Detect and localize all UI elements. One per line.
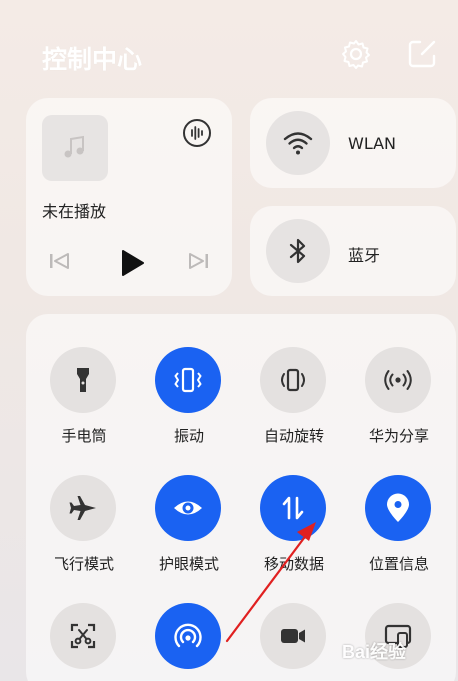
wlan-label: WLAN [348,134,397,153]
tile-label: 位置信息 [368,555,429,573]
eye-comfort-toggle[interactable] [155,475,221,541]
wlan-tile[interactable]: WLAN [250,98,456,188]
hotspot-toggle[interactable] [155,603,221,669]
audio-output-button[interactable] [182,118,212,148]
page-title: 控制中心 [42,45,143,74]
next-icon [189,253,208,269]
eye-icon [174,501,202,515]
flashlight-icon [77,368,89,392]
tile-label: 移动数据 [263,555,324,573]
vibrate-icon [174,367,202,393]
tile-label: 自动旋转 [263,427,324,445]
bluetooth-label: 蓝牙 [348,246,381,265]
vibrate-toggle[interactable] [155,347,221,413]
previous-button[interactable] [46,248,72,279]
airplane-icon [69,496,96,520]
screenshot-toggle[interactable] [50,603,116,669]
tile-label: 华为分享 [368,427,429,445]
tile-label: 飞行模式 [53,555,114,573]
music-note-icon [64,135,84,158]
gear-icon [342,40,370,69]
wifi-icon [283,132,313,155]
play-button[interactable] [118,248,146,283]
tile-label: 手电筒 [61,427,107,445]
screen-record-icon [281,629,305,643]
auto-rotate-toggle[interactable] [260,347,326,413]
screenshot-icon [70,623,96,649]
huawei-share-toggle[interactable] [365,347,431,413]
huawei-share-icon [384,370,412,390]
tile-label: 振动 [173,427,204,445]
wlan-toggle[interactable] [266,111,330,175]
edit-icon [408,40,436,68]
location-toggle[interactable] [365,475,431,541]
previous-icon [50,253,69,269]
header: 控制中心 [42,36,438,76]
screen-record-toggle[interactable] [260,603,326,669]
edit-button[interactable] [406,38,438,70]
next-button[interactable] [186,248,212,279]
media-status: 未在播放 [42,202,107,221]
bluetooth-toggle[interactable] [266,219,330,283]
hotspot-icon [174,623,202,648]
album-art [42,115,108,181]
airplane-mode-toggle[interactable] [50,475,116,541]
flashlight-toggle[interactable] [50,347,116,413]
settings-button[interactable] [340,38,372,70]
auto-rotate-icon [281,368,305,392]
media-card[interactable]: 未在播放 [26,98,232,296]
tile-label: 护眼模式 [158,555,219,573]
bluetooth-tile[interactable]: 蓝牙 [250,206,456,296]
mobile-data-icon [282,496,304,520]
audio-output-icon [183,119,211,147]
location-icon [387,493,409,522]
watermark: Bai经验 [342,642,407,662]
mobile-data-toggle[interactable] [260,475,326,541]
play-icon [122,250,144,276]
shortcut-grid: 手电筒 振动 自动旋转 华为分享 飞行模式 护眼模式 移动数据 位置信息 [26,314,456,681]
bluetooth-icon [289,238,306,264]
